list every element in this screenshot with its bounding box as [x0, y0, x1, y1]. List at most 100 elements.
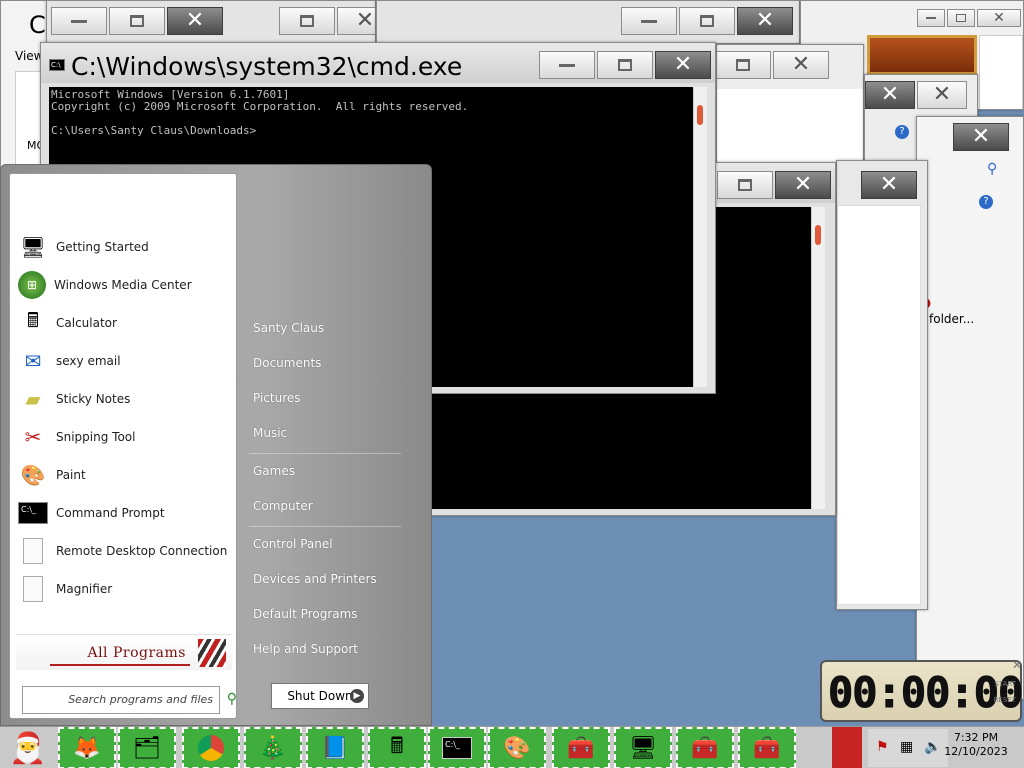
search-icon[interactable]: ⚲ — [987, 161, 997, 177]
vertical-scrollbar[interactable] — [811, 207, 825, 509]
close-button[interactable]: ✕ — [773, 51, 829, 79]
background-window-8[interactable]: ✕ — [836, 160, 928, 610]
program-item[interactable]: 🖥 Getting Started — [18, 230, 232, 264]
search-icon[interactable]: ⚲ — [227, 691, 237, 707]
minimize-icon — [71, 19, 87, 23]
program-item[interactable]: ⊞ Windows Media Center — [18, 268, 232, 302]
reset-label[interactable]: RESET — [994, 696, 1016, 704]
search-input[interactable]: Search programs and files ⚲ — [22, 686, 237, 714]
close-button[interactable]: ✕ — [737, 7, 793, 35]
taskbar-notes[interactable]: 📘 — [306, 727, 364, 768]
program-item[interactable]: ✂ Snipping Tool — [18, 420, 232, 454]
stopwatch-gadget[interactable]: 00:00:00 START RESET ✕ — [820, 658, 1024, 722]
console-prompt: C:\Users\Santy Claus\Downloads> — [51, 124, 257, 137]
close-button[interactable]: ✕ — [167, 7, 223, 35]
control-panel-icon: 🖥 — [629, 735, 657, 761]
music-link[interactable]: Music — [253, 426, 287, 440]
taskbar-cmd[interactable]: C:\_ — [428, 727, 486, 768]
close-button[interactable]: ✕ — [953, 123, 1009, 151]
maximize-icon — [130, 15, 144, 27]
taskbar-toolbox-2[interactable]: 🧰 — [676, 727, 734, 768]
volume-icon[interactable]: 🔈 — [924, 739, 941, 755]
scroll-thumb[interactable] — [697, 105, 703, 125]
devices-printers-link[interactable]: Devices and Printers — [253, 572, 377, 586]
flag-icon[interactable]: ⚑ — [876, 739, 889, 755]
window-body — [837, 205, 921, 605]
christmas-tree-icon: 🎄 — [259, 735, 287, 761]
maximize-button[interactable] — [109, 7, 165, 35]
program-item[interactable]: 🎨 Paint — [18, 458, 232, 492]
maximize-icon — [700, 15, 714, 27]
taskbar-calculator[interactable]: 🖩 — [368, 727, 426, 768]
pictures-link[interactable]: Pictures — [253, 391, 301, 405]
santa-start-icon[interactable]: 🎅 — [4, 729, 52, 767]
minimize-button[interactable] — [621, 7, 677, 35]
taskbar-explorer[interactable]: 🗂 — [118, 727, 176, 768]
media-center-icon: ⊞ — [18, 271, 46, 299]
control-panel-link[interactable]: Control Panel — [253, 537, 333, 551]
maximize-button[interactable] — [947, 9, 975, 27]
close-button[interactable]: ✕ — [337, 7, 375, 35]
close-button[interactable]: ✕ — [775, 171, 831, 199]
close-button[interactable]: ✕ — [655, 51, 711, 79]
window-body — [979, 35, 1023, 109]
taskbar-firefox[interactable]: 🦊 — [58, 727, 116, 768]
taskbar-toolbox-1[interactable]: 🧰 — [552, 727, 610, 768]
close-button[interactable]: ✕ — [861, 171, 917, 199]
close-button[interactable]: ✕ — [865, 81, 915, 109]
program-item[interactable]: ▰ Sticky Notes — [18, 382, 232, 416]
taskbar-tree[interactable]: 🎄 — [244, 727, 302, 768]
minimize-button[interactable] — [539, 51, 595, 79]
background-window-2[interactable]: ✕ ✕ — [46, 0, 376, 44]
folder-link[interactable]: folder... — [929, 312, 974, 326]
computer-link[interactable]: Computer — [253, 499, 313, 513]
all-programs-button[interactable]: All Programs — [16, 634, 232, 670]
taskbar-paint[interactable]: 🎨 — [488, 727, 546, 768]
close-icon: ✕ — [879, 172, 899, 197]
maximize-button[interactable] — [717, 171, 773, 199]
maximize-icon — [956, 14, 966, 22]
close-button[interactable]: ✕ — [917, 81, 967, 109]
default-programs-link[interactable]: Default Programs — [253, 607, 358, 621]
background-window-3[interactable]: ✕ — [376, 0, 800, 44]
program-item[interactable]: Remote Desktop Connection — [18, 534, 232, 568]
vertical-scrollbar[interactable] — [693, 87, 707, 387]
shutdown-button[interactable]: Shut Down ▶ — [271, 683, 369, 709]
games-link[interactable]: Games — [253, 464, 295, 478]
background-window-5[interactable]: ✕ — [716, 44, 864, 174]
start-label[interactable]: START — [994, 680, 1016, 688]
close-button[interactable]: ✕ — [977, 9, 1021, 27]
stopwatch-display: 00:00:00 — [827, 668, 1023, 718]
taskbar-toolbox-3[interactable]: 🧰 — [738, 727, 796, 768]
documents-link[interactable]: Documents — [253, 356, 321, 370]
taskbar-clock[interactable]: 7:32 PM 12/10/2023 — [944, 731, 1008, 759]
close-icon[interactable]: ✕ — [1012, 658, 1022, 672]
maximize-button[interactable] — [597, 51, 653, 79]
close-icon: ✕ — [993, 10, 1005, 26]
command-prompt-icon: C:\_ — [18, 502, 48, 524]
help-icon[interactable]: ? — [979, 195, 993, 209]
user-folder-link[interactable]: Santy Claus — [253, 321, 324, 335]
program-item[interactable]: ✉ sexy email — [18, 344, 232, 378]
maximize-button[interactable] — [717, 51, 771, 79]
taskbar-chrome[interactable] — [182, 727, 240, 768]
maximize-icon — [738, 179, 752, 191]
program-item[interactable]: C:\_ Command Prompt — [18, 496, 232, 530]
help-icon[interactable]: ? — [895, 125, 909, 139]
minimize-button[interactable] — [917, 9, 945, 27]
minimize-button[interactable] — [51, 7, 107, 35]
close-icon: ✕ — [673, 52, 693, 77]
help-support-link[interactable]: Help and Support — [253, 642, 358, 656]
show-desktop-red[interactable] — [832, 727, 862, 768]
program-item[interactable]: 🖩 Calculator — [18, 306, 232, 340]
background-window-7[interactable]: ✕ ⚲ ? ● folder... — [916, 116, 1024, 700]
maximize-button[interactable] — [679, 7, 735, 35]
arrow-right-icon[interactable]: ▶ — [350, 689, 364, 703]
start-menu: 🖥 Getting Started ⊞ Windows Media Center 🖩… — [0, 164, 432, 726]
scroll-thumb[interactable] — [815, 225, 821, 245]
network-icon[interactable]: ▦ — [900, 739, 913, 755]
program-item[interactable]: Magnifier — [18, 572, 232, 606]
document-icon — [18, 536, 48, 566]
maximize-button[interactable] — [279, 7, 335, 35]
taskbar-control-panel[interactable]: 🖥 — [614, 727, 672, 768]
